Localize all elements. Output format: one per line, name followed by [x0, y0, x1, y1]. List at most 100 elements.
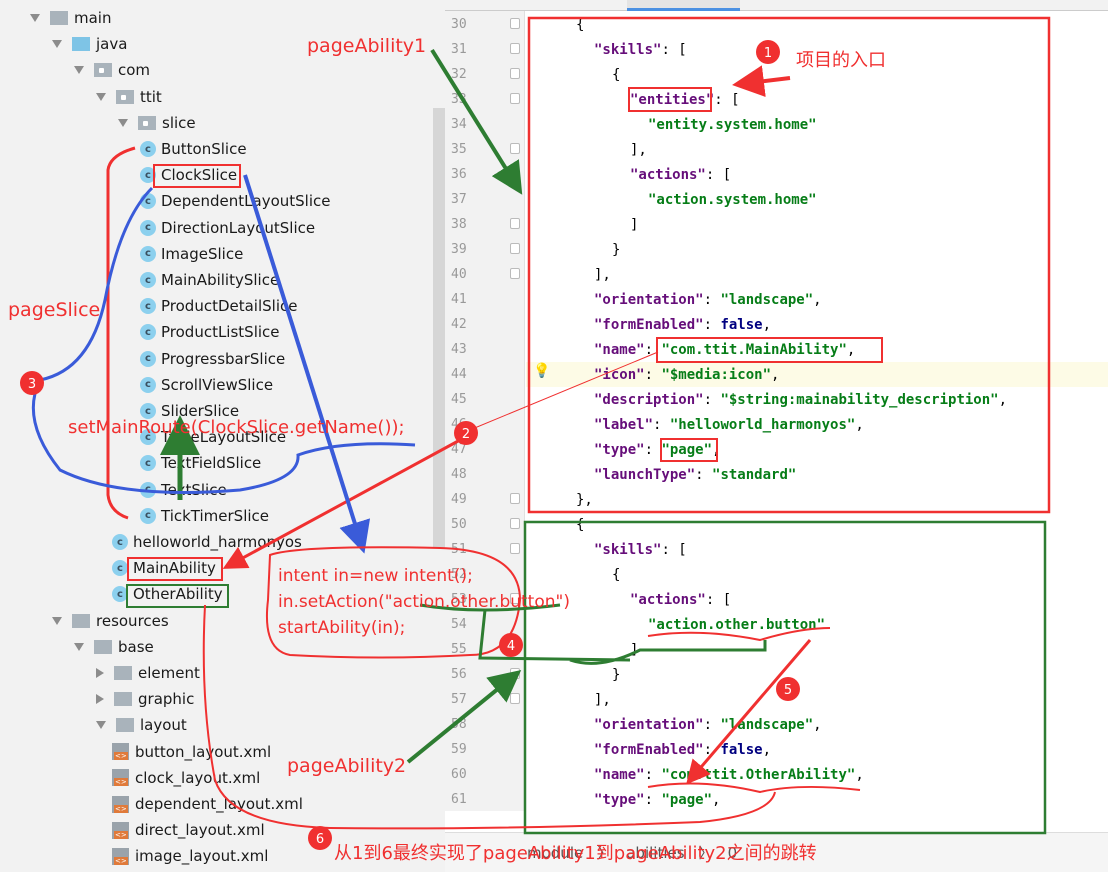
code-line[interactable]: "label": "helloworld_harmonyos", — [594, 413, 864, 437]
fold-marker-icon[interactable] — [510, 68, 520, 79]
tree-item[interactable]: graphic — [96, 687, 194, 711]
tree-item[interactable]: c DependentLayoutSlice — [140, 189, 331, 213]
tree-item[interactable]: c OtherAbility — [112, 582, 223, 606]
code-line[interactable]: "orientation": "landscape", — [594, 288, 822, 312]
tree-item[interactable]: c TickTimerSlice — [140, 504, 269, 528]
tree-item[interactable]: clock_layout.xml — [112, 766, 260, 790]
code-line[interactable]: "action.system.home" — [648, 188, 817, 212]
code-line[interactable]: "launchType": "standard" — [594, 463, 796, 487]
tree-item[interactable]: c ClockSlice — [140, 163, 237, 187]
code-line[interactable]: }, — [576, 488, 593, 512]
code-line[interactable]: "entities": [ — [630, 88, 740, 112]
tree-item[interactable]: c SliderSlice — [140, 399, 239, 423]
tree-item[interactable]: c DirectionLayoutSlice — [140, 216, 315, 240]
code-line[interactable]: "name": "com.ttit.OtherAbility", — [594, 763, 864, 787]
tree-item[interactable]: resources — [52, 609, 169, 633]
code-line[interactable]: "skills": [ — [594, 38, 687, 62]
code-line[interactable]: "actions": [ — [630, 163, 731, 187]
tree-item[interactable]: c helloworld_harmonyos — [112, 530, 302, 554]
tree-item[interactable]: c TextFieldSlice — [140, 451, 261, 475]
fold-marker-icon[interactable] — [510, 268, 520, 279]
code-line[interactable]: ], — [594, 688, 611, 712]
code-line[interactable]: { — [612, 563, 620, 587]
tree-item[interactable]: c MainAbilitySlice — [140, 268, 279, 292]
tree-item[interactable]: c ProgressbarSlice — [140, 347, 285, 371]
code-line[interactable]: ] — [630, 638, 638, 662]
expand-arrow-icon[interactable] — [30, 14, 40, 22]
tree-item[interactable]: c ButtonSlice — [140, 137, 247, 161]
code-line[interactable]: ], — [630, 138, 647, 162]
breadcrumb-item[interactable]: module — [527, 844, 583, 862]
expand-arrow-icon[interactable] — [52, 616, 62, 625]
collapse-arrow-icon[interactable] — [96, 694, 104, 705]
tree-item[interactable]: slice — [118, 111, 196, 135]
expand-arrow-icon[interactable] — [74, 66, 84, 75]
code-line[interactable]: "skills": [ — [594, 538, 687, 562]
tree-item[interactable]: button_layout.xml — [112, 740, 271, 764]
code-editor[interactable]: 30 31 32 33 34 35 36 37 38 39 40 41 42 43 44 45 46 47 48 49… — [445, 0, 1108, 872]
tree-item[interactable]: direct_layout.xml — [112, 818, 265, 842]
code-line[interactable]: { — [576, 513, 584, 537]
tree-item[interactable]: c TableLayoutSlice — [140, 425, 286, 449]
tree-item[interactable]: c ProductListSlice — [140, 320, 280, 344]
tree-item[interactable]: layout — [96, 713, 187, 737]
code-line[interactable]: { — [576, 13, 584, 37]
tree-item[interactable]: c TextSlice — [140, 478, 227, 502]
tree-item[interactable]: c MainAbility — [112, 556, 216, 580]
code-line[interactable]: "type": "page", — [594, 438, 720, 462]
fold-marker-icon[interactable] — [510, 93, 520, 104]
code-line[interactable]: ] — [630, 213, 638, 237]
code-line[interactable]: "formEnabled": false, — [594, 313, 771, 337]
tree-item[interactable]: ttit — [96, 85, 162, 109]
tree-item[interactable]: dependent_layout.xml — [112, 792, 303, 816]
code-line[interactable]: "entity.system.home" — [648, 113, 817, 137]
tree-item[interactable]: c ProductDetailSlice — [140, 294, 297, 318]
tree-item[interactable]: base — [74, 635, 154, 659]
tree-scrollbar[interactable] — [433, 108, 445, 548]
fold-marker-icon[interactable] — [510, 693, 520, 704]
fold-marker-icon[interactable] — [510, 218, 520, 229]
tree-item[interactable]: com — [74, 58, 150, 82]
expand-arrow-icon[interactable] — [96, 721, 106, 730]
collapse-arrow-icon[interactable] — [96, 668, 104, 678]
fold-marker-icon[interactable] — [510, 593, 520, 604]
fold-marker-icon[interactable] — [510, 43, 520, 54]
expand-arrow-icon[interactable] — [52, 40, 62, 49]
class-icon: c — [140, 324, 156, 341]
expand-arrow-icon[interactable] — [74, 642, 84, 651]
code-line[interactable]: { — [612, 63, 620, 87]
code-line[interactable]: "formEnabled": false, — [594, 738, 771, 762]
fold-marker-icon[interactable] — [510, 243, 520, 254]
fold-marker-icon[interactable] — [510, 143, 520, 154]
tree-item[interactable]: c ScrollViewSlice — [140, 373, 273, 397]
code-line[interactable]: ], — [594, 263, 611, 287]
code-token: , — [712, 792, 721, 808]
code-line[interactable]: "name": "com.ttit.MainAbility", — [594, 338, 855, 362]
code-line[interactable]: "icon": "$media:icon", — [594, 363, 779, 387]
code-line[interactable]: } — [612, 238, 620, 262]
fold-marker-icon[interactable] — [510, 18, 520, 29]
code-line[interactable]: "type": "page", — [594, 788, 720, 812]
expand-arrow-icon[interactable] — [118, 118, 128, 127]
expand-arrow-icon[interactable] — [96, 92, 106, 101]
tree-item[interactable]: image_layout.xml — [112, 844, 268, 868]
lightbulb-icon[interactable]: 💡 — [533, 363, 550, 379]
tree-item[interactable]: element — [96, 661, 200, 685]
breadcrumb-item[interactable]: abilities — [626, 844, 684, 862]
tree-item[interactable]: java — [52, 32, 127, 56]
fold-marker-icon[interactable] — [510, 543, 520, 554]
code-line[interactable]: "description": "$string:mainability_desc… — [594, 388, 1007, 412]
code-token: , — [712, 442, 721, 458]
code-line[interactable]: "action.other.button" — [648, 613, 825, 637]
code-line[interactable]: "orientation": "landscape", — [594, 713, 822, 737]
active-tab[interactable] — [627, 0, 740, 11]
fold-marker-icon[interactable] — [510, 668, 520, 679]
fold-marker-icon[interactable] — [510, 493, 520, 504]
fold-marker-icon[interactable] — [510, 643, 520, 654]
code-line[interactable]: "actions": [ — [630, 588, 731, 612]
tree-item[interactable]: main — [30, 6, 111, 30]
code-line[interactable]: } — [612, 663, 620, 687]
tree-item[interactable]: c ImageSlice — [140, 242, 243, 266]
breadcrumb-item[interactable]: 0 — [728, 844, 738, 862]
fold-marker-icon[interactable] — [510, 518, 520, 529]
